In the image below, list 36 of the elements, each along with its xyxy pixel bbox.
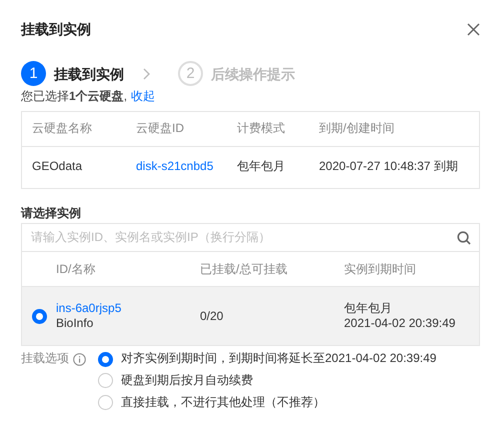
table-cell-text: 包年包月	[344, 300, 393, 316]
step-number: 1	[21, 61, 46, 86]
option-text: 直接挂载，不进行其他处理（不推荐）	[121, 394, 325, 410]
close-icon[interactable]	[467, 22, 480, 36]
collapse-link[interactable]: 收起	[131, 89, 156, 105]
dialog-title: 挂载到实例	[21, 20, 91, 38]
step-number: 2	[178, 61, 203, 86]
column-header: 云硬盘名称	[31, 120, 93, 137]
radio-button[interactable]	[98, 352, 113, 367]
column-header: 云硬盘ID	[136, 120, 185, 137]
table-cell-text: 包年包月	[237, 159, 286, 176]
option-text: 对齐实例到期时间，到期时间将延长至2021-04-02 20:39:49	[121, 351, 436, 367]
section-label: 请选择实例	[21, 206, 82, 222]
info-icon	[73, 353, 86, 366]
radio-button[interactable]	[32, 308, 46, 324]
column-header: ID/名称	[56, 262, 96, 278]
table-cell: 2020-07-27 10:48:37 到期	[319, 159, 458, 176]
column-header: 到期/创建时间	[319, 120, 394, 137]
instance-name: BioInfo	[56, 316, 94, 332]
option-label: 挂载选项	[21, 351, 69, 367]
table-cell: 2021-04-02 20:39:49	[344, 316, 456, 332]
disk-id-link[interactable]: disk-s21cnbd5	[136, 159, 237, 176]
radio-button[interactable]	[98, 394, 113, 410]
column-header: 已挂载/总可挂载	[200, 262, 288, 278]
chevron-icon	[143, 68, 151, 80]
selection-summary: 您已选择1个云硬盘,	[21, 89, 128, 105]
table-cell-text: 0/20	[200, 308, 224, 324]
search-icon[interactable]	[457, 230, 471, 245]
table-cell-text: GEOdata	[31, 159, 84, 176]
step-label: 挂载到实例	[54, 64, 124, 83]
step-label: 后续操作提示	[211, 64, 295, 83]
column-header: 实例到期时间	[344, 262, 416, 278]
instance-id-link[interactable]: ins-6a0rjsp5	[56, 300, 122, 316]
radio-button[interactable]	[98, 373, 113, 388]
option-text: 硬盘到期后按月自动续费	[121, 372, 253, 389]
column-header: 计费模式	[237, 120, 286, 137]
